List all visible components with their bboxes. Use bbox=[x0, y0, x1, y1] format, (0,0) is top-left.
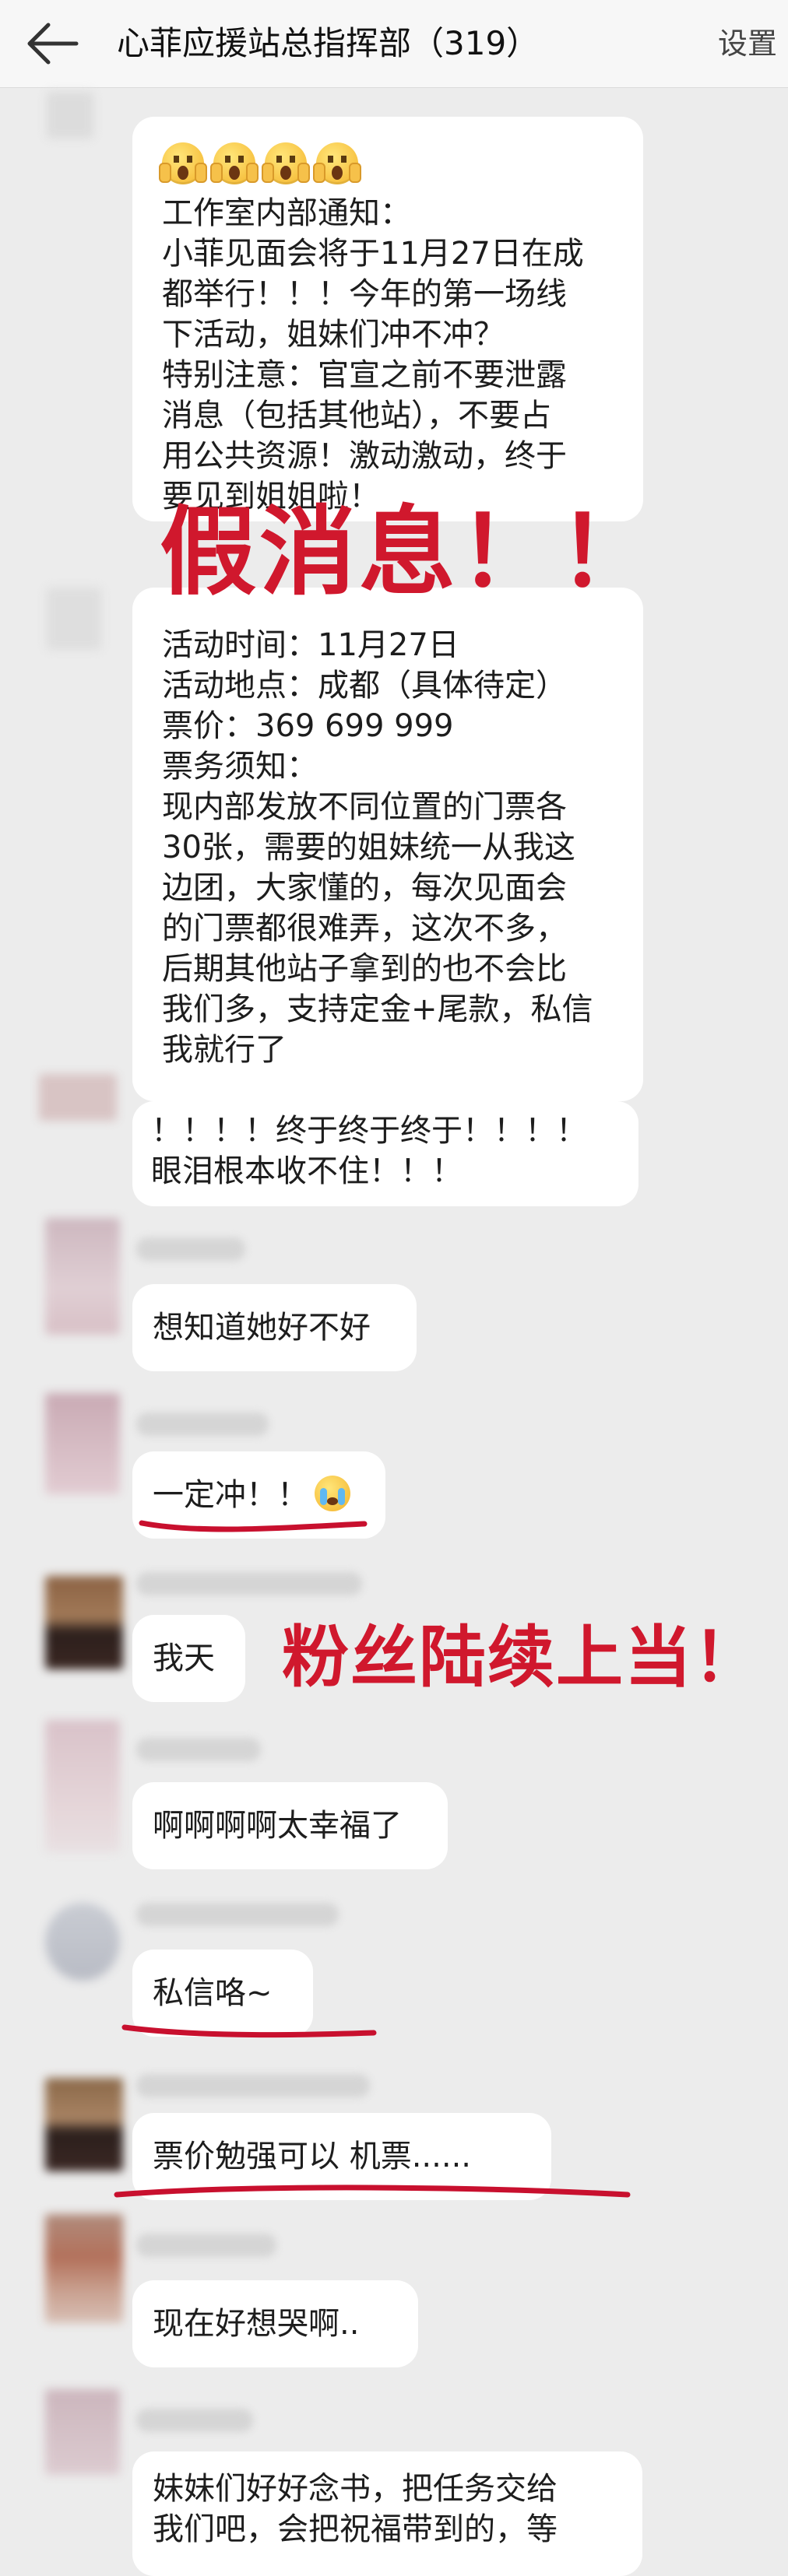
underline-mark bbox=[121, 2024, 377, 2038]
underline-mark bbox=[114, 2185, 631, 2198]
underline-mark bbox=[139, 1520, 368, 1532]
annotation-underlines bbox=[114, 1520, 631, 2198]
